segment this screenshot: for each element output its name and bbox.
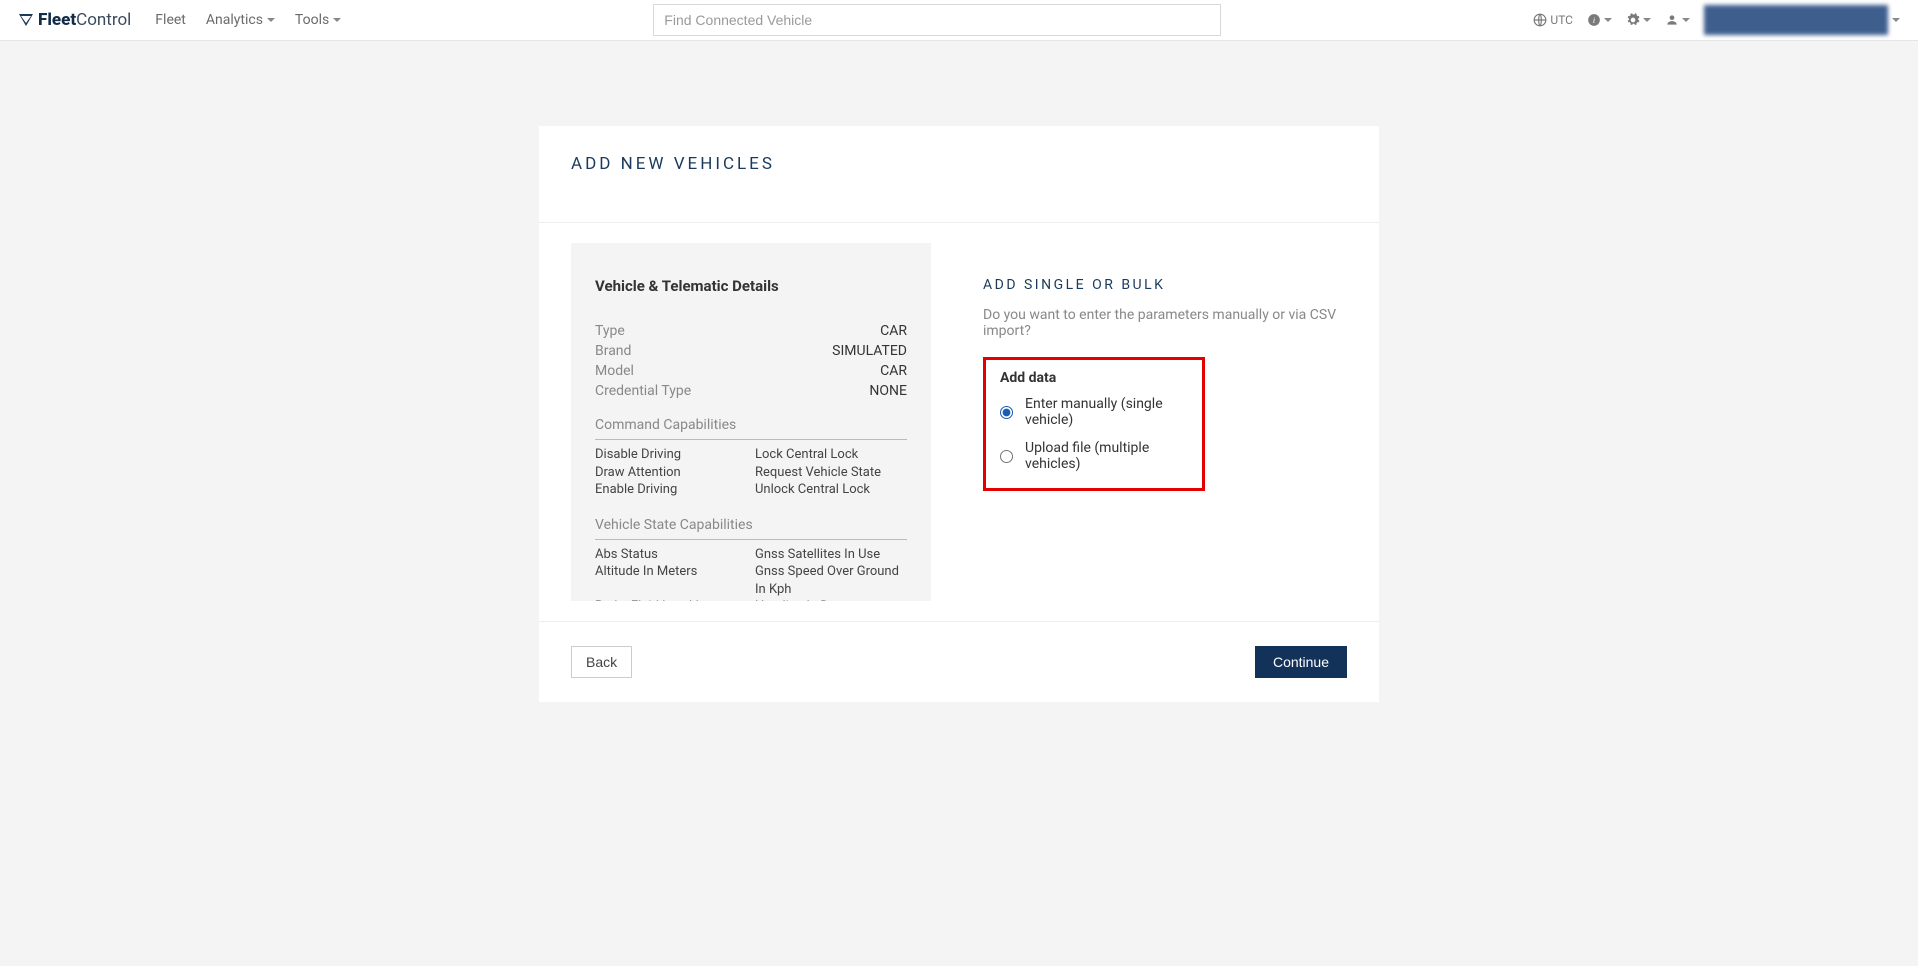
cap-item: Altitude In Meters — [595, 563, 747, 598]
cap-item: Gnss Speed Over Ground In Kph — [755, 563, 907, 598]
command-caps-list: Disable Driving Lock Central Lock Draw A… — [595, 446, 907, 499]
details-panel[interactable]: Vehicle & Telematic Details Type CAR Bra… — [571, 243, 931, 601]
detail-row-type: Type CAR — [595, 323, 907, 339]
chevron-down-icon — [333, 18, 341, 22]
cap-item: Abs Status — [595, 546, 747, 564]
logo-text-bold: Fleet — [38, 10, 76, 30]
page-footer: Back Continue — [539, 621, 1379, 702]
radio-upload-input[interactable] — [1000, 450, 1013, 463]
add-desc: Do you want to enter the parameters manu… — [983, 307, 1379, 339]
main-nav: Fleet Analytics Tools — [155, 12, 341, 28]
cap-item: Gnss Satellites In Use — [755, 546, 907, 564]
command-caps-title: Command Capabilities — [595, 417, 907, 440]
add-title: ADD SINGLE OR BULK — [983, 277, 1379, 293]
cap-item: Heading In Degrees — [755, 598, 907, 601]
app-header: FleetControl Fleet Analytics Tools UTC i — [0, 0, 1918, 41]
gear-icon — [1626, 13, 1640, 27]
cap-item: Brake Fluid Level Low Indicator — [595, 598, 747, 601]
header-right: UTC i — [1533, 5, 1900, 35]
chevron-down-icon — [1643, 18, 1651, 22]
detail-row-credential: Credential Type NONE — [595, 383, 907, 399]
back-button[interactable]: Back — [571, 646, 632, 678]
info-menu[interactable]: i — [1587, 13, 1612, 27]
cap-item: Disable Driving — [595, 446, 747, 464]
detail-row-model: Model CAR — [595, 363, 907, 379]
cap-item: Draw Attention — [595, 464, 747, 482]
radio-manual-input[interactable] — [1000, 406, 1013, 419]
details-title: Vehicle & Telematic Details — [595, 277, 907, 295]
add-data-title: Add data — [1000, 370, 1188, 386]
account-selector[interactable] — [1704, 5, 1900, 35]
account-label — [1704, 5, 1888, 35]
user-icon — [1665, 13, 1679, 27]
page-header: ADD NEW VEHICLES — [539, 126, 1379, 223]
page-container: ADD NEW VEHICLES Vehicle & Telematic Det… — [539, 126, 1379, 702]
search-input[interactable] — [653, 4, 1221, 36]
add-data-box: Add data Enter manually (single vehicle)… — [983, 357, 1205, 491]
chevron-down-icon — [267, 18, 275, 22]
continue-button[interactable]: Continue — [1255, 646, 1347, 678]
settings-menu[interactable] — [1626, 13, 1651, 27]
logo-icon — [18, 12, 34, 28]
timezone-selector[interactable]: UTC — [1533, 13, 1573, 27]
detail-row-brand: Brand SIMULATED — [595, 343, 907, 359]
search-wrap — [341, 4, 1533, 36]
page-title: ADD NEW VEHICLES — [571, 154, 1347, 174]
globe-icon — [1533, 13, 1547, 27]
radio-option-manual[interactable]: Enter manually (single vehicle) — [1000, 396, 1188, 428]
logo-text-light: Control — [76, 10, 131, 30]
cap-item: Enable Driving — [595, 481, 747, 499]
info-icon: i — [1587, 13, 1601, 27]
chevron-down-icon — [1892, 18, 1900, 22]
page-body: Vehicle & Telematic Details Type CAR Bra… — [539, 223, 1379, 621]
cap-item: Unlock Central Lock — [755, 481, 907, 499]
state-caps-list: Abs Status Gnss Satellites In Use Altitu… — [595, 546, 907, 601]
app-logo[interactable]: FleetControl — [18, 10, 131, 30]
nav-fleet[interactable]: Fleet — [155, 12, 186, 28]
nav-tools[interactable]: Tools — [295, 12, 341, 28]
state-caps-title: Vehicle State Capabilities — [595, 517, 907, 540]
add-panel: ADD SINGLE OR BULK Do you want to enter … — [983, 243, 1379, 601]
cap-item: Request Vehicle State — [755, 464, 907, 482]
radio-option-upload[interactable]: Upload file (multiple vehicles) — [1000, 440, 1188, 472]
chevron-down-icon — [1682, 18, 1690, 22]
chevron-down-icon — [1604, 18, 1612, 22]
user-menu[interactable] — [1665, 13, 1690, 27]
cap-item: Lock Central Lock — [755, 446, 907, 464]
nav-analytics[interactable]: Analytics — [206, 12, 275, 28]
